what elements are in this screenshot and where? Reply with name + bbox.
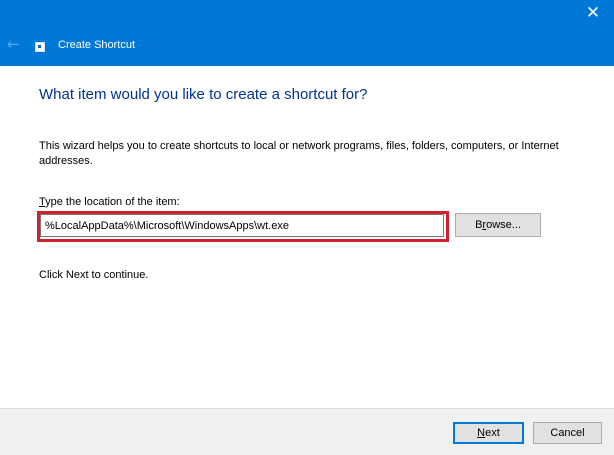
- browse-button[interactable]: Browse...: [455, 213, 541, 237]
- wizard-heading: What item would you like to create a sho…: [39, 86, 368, 103]
- continue-instruction: Click Next to continue.: [39, 269, 149, 281]
- location-input[interactable]: [40, 214, 444, 237]
- location-label: Type the location of the item:: [39, 196, 180, 208]
- next-button-label: Next: [477, 427, 500, 439]
- close-icon[interactable]: ✕: [584, 4, 602, 22]
- title-bar: ✕ ← Create Shortcut: [0, 0, 614, 66]
- next-button[interactable]: Next: [453, 422, 524, 444]
- window-title: Create Shortcut: [58, 39, 136, 51]
- location-label-text: ype the location of the item:: [45, 196, 180, 208]
- browse-button-label: Browse...: [475, 219, 521, 231]
- wizard-description: This wizard helps you to create shortcut…: [39, 140, 559, 167]
- back-arrow-icon[interactable]: ←: [7, 37, 23, 52]
- cancel-button[interactable]: Cancel: [533, 422, 602, 444]
- shortcut-app-icon: [35, 42, 45, 52]
